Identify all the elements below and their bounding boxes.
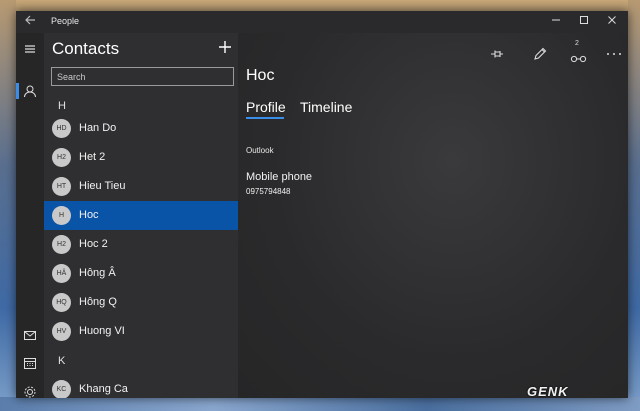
- tab-timeline[interactable]: Timeline: [300, 99, 352, 115]
- contact-name: Han Do: [79, 122, 117, 134]
- contact-row[interactable]: H2 Hoc 2: [44, 230, 238, 259]
- avatar: HT: [52, 177, 71, 196]
- contacts-list-pane: Contacts H HD Han Do H2 Het 2 HT Hieu Ti…: [44, 33, 238, 398]
- link-contacts-button[interactable]: 2: [565, 40, 593, 63]
- contact-name: Het 2: [79, 151, 106, 163]
- avatar: H: [52, 206, 71, 225]
- group-header-h: H: [58, 100, 66, 112]
- mobile-phone-label: Mobile phone: [246, 171, 313, 183]
- contact-name: Khang Ca: [79, 383, 128, 395]
- hamburger-menu-icon[interactable]: [20, 39, 40, 59]
- avatar: HD: [52, 119, 71, 138]
- close-button[interactable]: [598, 13, 626, 31]
- contact-detail-name: Hoc: [246, 67, 275, 84]
- link-icon: [570, 55, 587, 63]
- pin-icon[interactable]: [486, 43, 508, 65]
- calendar-icon[interactable]: [20, 353, 40, 373]
- title-bar: People: [16, 11, 628, 33]
- avatar: HQ: [52, 293, 71, 312]
- tab-profile[interactable]: Profile: [246, 99, 286, 115]
- avatar: H2: [52, 235, 71, 254]
- avatar: KC: [52, 380, 71, 398]
- contact-name: Hoc: [79, 209, 99, 221]
- active-indicator: [16, 83, 19, 99]
- source-section-label: Outlook: [246, 146, 274, 155]
- minimize-button[interactable]: [542, 13, 570, 31]
- back-arrow-icon[interactable]: [22, 14, 38, 30]
- mail-icon[interactable]: [20, 325, 40, 345]
- edit-pencil-icon[interactable]: [529, 43, 551, 65]
- add-contact-plus-icon[interactable]: [216, 37, 234, 59]
- contact-detail-pane: 2 Hoc Profile Timeline Outlook Mobile ph…: [238, 33, 628, 398]
- desktop-background-bottom: [0, 397, 640, 411]
- contact-name: Huong VI: [79, 325, 125, 337]
- contact-row[interactable]: KC Khang Ca: [44, 375, 238, 398]
- settings-gear-icon[interactable]: [20, 382, 40, 398]
- contact-row[interactable]: HÂ Hông Â: [44, 259, 238, 288]
- contact-row[interactable]: H2 Het 2: [44, 143, 238, 172]
- avatar: HV: [52, 322, 71, 341]
- contact-name: Hoc 2: [79, 238, 108, 250]
- more-options-icon[interactable]: [603, 43, 625, 65]
- maximize-button[interactable]: [570, 13, 598, 31]
- contact-row[interactable]: HT Hieu Tieu: [44, 172, 238, 201]
- avatar: HÂ: [52, 264, 71, 283]
- navigation-rail: [16, 33, 44, 398]
- people-app-window: People Contacts Search H HD Han Do H2 He…: [16, 11, 628, 398]
- window-title: People: [51, 16, 80, 26]
- people-icon[interactable]: [20, 81, 40, 101]
- contact-row[interactable]: HV Huong VI: [44, 317, 238, 346]
- avatar: H2: [52, 148, 71, 167]
- contact-row[interactable]: HD Han Do: [44, 114, 238, 143]
- desktop-background-right: [628, 0, 640, 411]
- search-input[interactable]: [51, 67, 234, 86]
- active-tab-underline: [246, 117, 284, 119]
- group-header-k: K: [58, 355, 66, 367]
- genk-watermark: GENK: [527, 384, 569, 399]
- contact-name: Hông Â: [79, 267, 116, 279]
- contact-row-selected[interactable]: H Hoc: [44, 201, 238, 230]
- mobile-phone-value[interactable]: 0975794848: [246, 187, 291, 196]
- contact-row[interactable]: HQ Hông Q: [44, 288, 238, 317]
- contacts-heading: Contacts: [52, 39, 120, 58]
- contact-name: Hieu Tieu: [79, 180, 126, 192]
- desktop-background: [0, 0, 16, 411]
- contact-name: Hông Q: [79, 296, 117, 308]
